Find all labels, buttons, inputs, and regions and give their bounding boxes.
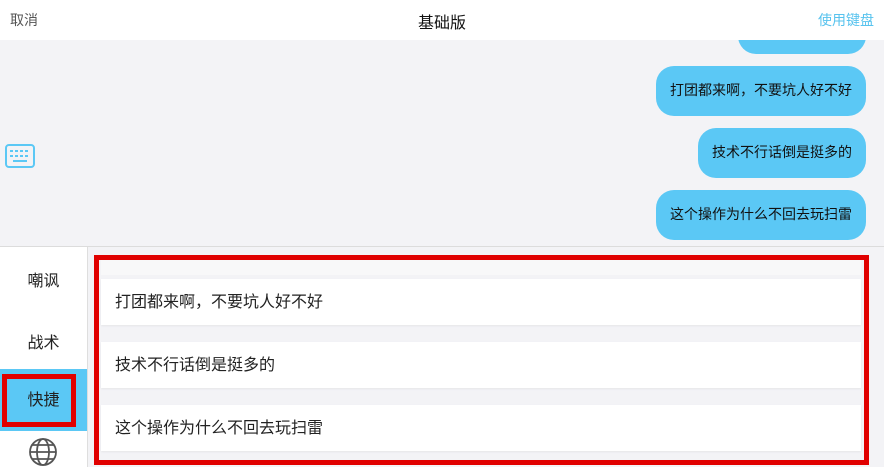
phrase-panel-highlight-box bbox=[94, 255, 869, 465]
globe-icon[interactable] bbox=[28, 437, 58, 467]
top-bar: 取消 基础版 使用键盘 bbox=[0, 0, 884, 40]
chat-bubble: 打团都来啊，不要坑人好不好 bbox=[656, 66, 866, 116]
chat-bubble-partial bbox=[738, 40, 866, 54]
category-sidebar: 嘲讽 战术 快捷 bbox=[0, 247, 88, 467]
phrase-panel: 打团都来啊，不要坑人好不好 技术不行话倒是挺多的 这个操作为什么不回去玩扫雷 bbox=[89, 247, 884, 467]
sidebar-item-taunt[interactable]: 嘲讽 bbox=[0, 267, 87, 291]
keyboard-icon[interactable] bbox=[5, 144, 35, 168]
page-title: 基础版 bbox=[417, 13, 466, 32]
use-keyboard-button[interactable]: 使用键盘 bbox=[818, 10, 874, 30]
sidebar-item-tactics[interactable]: 战术 bbox=[0, 329, 87, 353]
chat-bubble: 技术不行话倒是挺多的 bbox=[698, 128, 866, 178]
chat-bubble: 这个操作为什么不回去玩扫雷 bbox=[656, 190, 866, 240]
chat-area: 打团都来啊，不要坑人好不好 技术不行话倒是挺多的 这个操作为什么不回去玩扫雷 bbox=[0, 40, 884, 246]
sidebar-highlight-box bbox=[2, 374, 76, 427]
